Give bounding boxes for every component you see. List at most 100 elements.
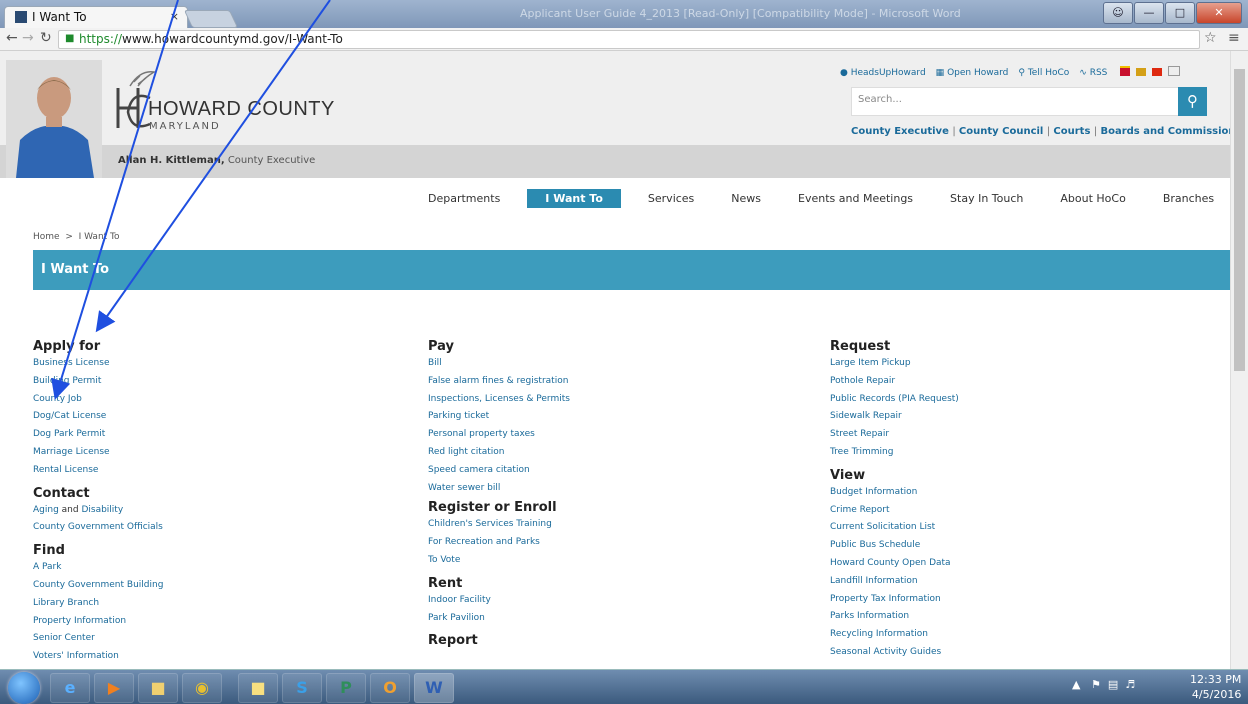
- link-voters-information[interactable]: Voters' Information: [33, 651, 119, 661]
- link-bill[interactable]: Bill: [428, 358, 442, 368]
- link-current-solicitation-list[interactable]: Current Solicitation List: [830, 522, 935, 532]
- link-seasonal-activity-guides[interactable]: Seasonal Activity Guides: [830, 647, 941, 657]
- link-recycling-information[interactable]: Recycling Information: [830, 629, 928, 639]
- maximize-button[interactable]: □: [1165, 2, 1195, 24]
- link-aging[interactable]: Aging: [33, 505, 59, 515]
- volume-icon[interactable]: ♬: [1125, 678, 1135, 691]
- util-tell-hoco[interactable]: ⚲ Tell HoCo: [1018, 68, 1069, 78]
- breadcrumb-current[interactable]: I Want To: [79, 232, 120, 242]
- link-property-information[interactable]: Property Information: [33, 616, 126, 626]
- nav-departments[interactable]: Departments: [428, 189, 500, 208]
- search-input[interactable]: Search...: [851, 87, 1179, 116]
- link-for-recreation-and-parks[interactable]: For Recreation and Parks: [428, 537, 540, 547]
- back-icon[interactable]: ←: [6, 30, 18, 46]
- link-red-light-citation[interactable]: Red light citation: [428, 447, 505, 457]
- county-logo-title[interactable]: HOWARD COUNTY: [148, 98, 335, 121]
- link-personal-property-taxes[interactable]: Personal property taxes: [428, 429, 535, 439]
- link-property-tax-information[interactable]: Property Tax Information: [830, 594, 941, 604]
- nav-branches[interactable]: Branches: [1163, 189, 1214, 208]
- browser-tab[interactable]: I Want To ×: [4, 6, 188, 29]
- file-explorer-icon[interactable]: ■: [138, 673, 178, 703]
- profile-icon[interactable]: ☺: [1103, 2, 1133, 24]
- nav-services[interactable]: Services: [648, 189, 694, 208]
- url-text[interactable]: https://www.howardcountymd.gov/I-Want-To: [79, 32, 343, 46]
- link-speed-camera-citation[interactable]: Speed camera citation: [428, 465, 530, 475]
- link-street-repair[interactable]: Street Repair: [830, 429, 889, 439]
- link-crime-report[interactable]: Crime Report: [830, 505, 889, 515]
- breadcrumb-home[interactable]: Home: [33, 232, 60, 242]
- link-courts[interactable]: Courts: [1053, 126, 1090, 137]
- link-county-executive[interactable]: County Executive: [851, 126, 949, 137]
- address-bar[interactable]: ■ https://www.howardcountymd.gov/I-Want-…: [58, 30, 1200, 49]
- link-water-sewer-bill[interactable]: Water sewer bill: [428, 483, 500, 493]
- link-dog-park-permit[interactable]: Dog Park Permit: [33, 429, 105, 439]
- link-parks-information[interactable]: Parks Information: [830, 611, 909, 621]
- nav-events-and-meetings[interactable]: Events and Meetings: [798, 189, 913, 208]
- link-county-government-officials[interactable]: County Government Officials: [33, 522, 163, 532]
- forward-icon[interactable]: →: [22, 30, 34, 46]
- link-to-vote[interactable]: To Vote: [428, 555, 460, 565]
- link-inspections-licenses-permits[interactable]: Inspections, Licenses & Permits: [428, 394, 570, 404]
- link-marriage-license[interactable]: Marriage License: [33, 447, 110, 457]
- link-pothole-repair[interactable]: Pothole Repair: [830, 376, 895, 386]
- link-county-council[interactable]: County Council: [959, 126, 1043, 137]
- link-rental-license[interactable]: Rental License: [33, 465, 98, 475]
- spanish-flag-icon[interactable]: [1120, 66, 1131, 76]
- skype-icon[interactable]: S: [282, 673, 322, 703]
- link-tree-trimming[interactable]: Tree Trimming: [830, 447, 893, 457]
- link-disability[interactable]: Disability: [81, 505, 123, 515]
- link-indoor-facility[interactable]: Indoor Facility: [428, 595, 491, 605]
- link-park-pavilion[interactable]: Park Pavilion: [428, 613, 485, 623]
- link-large-item-pickup[interactable]: Large Item Pickup: [830, 358, 911, 368]
- close-window-button[interactable]: ✕: [1196, 2, 1242, 24]
- util-open-howard[interactable]: ▦ Open Howard: [936, 68, 1009, 78]
- link-senior-center[interactable]: Senior Center: [33, 633, 95, 643]
- link-county-government-building[interactable]: County Government Building: [33, 580, 163, 590]
- new-tab-button[interactable]: [183, 10, 239, 28]
- link-building-permit[interactable]: Building Permit: [33, 376, 101, 386]
- nav-news[interactable]: News: [731, 189, 761, 208]
- media-player-icon[interactable]: ▶: [94, 673, 134, 703]
- publisher-icon[interactable]: P: [326, 673, 366, 703]
- link-landfill-information[interactable]: Landfill Information: [830, 576, 918, 586]
- chrome-icon[interactable]: ◉: [182, 673, 222, 703]
- link-boards-and-commissions[interactable]: Boards and Commissions: [1100, 126, 1241, 137]
- link-county-job[interactable]: County Job: [33, 394, 82, 404]
- link-library-branch[interactable]: Library Branch: [33, 598, 99, 608]
- action-center-icon[interactable]: ⚑: [1091, 678, 1101, 691]
- link-dog-cat-license[interactable]: Dog/Cat License: [33, 411, 106, 421]
- other-language-flag-icon[interactable]: [1168, 66, 1181, 76]
- chinese-flag-icon[interactable]: [1152, 68, 1163, 76]
- link-public-bus-schedule[interactable]: Public Bus Schedule: [830, 540, 920, 550]
- search-button[interactable]: ⚲: [1178, 87, 1207, 116]
- menu-icon[interactable]: ≡: [1228, 30, 1240, 46]
- nav-about-hoco[interactable]: About HoCo: [1060, 189, 1125, 208]
- start-button[interactable]: [8, 672, 40, 704]
- taskbar-clock[interactable]: 12:33 PM 4/5/2016: [1190, 672, 1241, 702]
- reload-icon[interactable]: ↻: [40, 30, 52, 46]
- link-parking-ticket[interactable]: Parking ticket: [428, 411, 489, 421]
- util-rss[interactable]: ∿ RSS: [1079, 68, 1107, 78]
- link-childrens-services-training[interactable]: Children's Services Training: [428, 519, 552, 529]
- util-heads-up-howard[interactable]: ● HeadsUpHoward: [840, 68, 926, 78]
- link-budget-information[interactable]: Budget Information: [830, 487, 917, 497]
- bookmark-star-icon[interactable]: ☆: [1204, 30, 1217, 46]
- minimize-button[interactable]: —: [1134, 2, 1164, 24]
- outlook-icon[interactable]: O: [370, 673, 410, 703]
- tab-close-button[interactable]: ×: [170, 10, 179, 23]
- nav-i-want-to[interactable]: I Want To: [527, 189, 621, 208]
- link-howard-county-open-data[interactable]: Howard County Open Data: [830, 558, 951, 568]
- internet-explorer-icon[interactable]: e: [50, 673, 90, 703]
- network-icon[interactable]: ▤: [1108, 678, 1118, 691]
- link-a-park[interactable]: A Park: [33, 562, 61, 572]
- link-sidewalk-repair[interactable]: Sidewalk Repair: [830, 411, 902, 421]
- link-business-license[interactable]: Business License: [33, 358, 109, 368]
- page-scrollbar[interactable]: [1230, 51, 1248, 669]
- scrollbar-thumb[interactable]: [1234, 69, 1245, 371]
- nav-stay-in-touch[interactable]: Stay In Touch: [950, 189, 1023, 208]
- link-false-alarm-fines[interactable]: False alarm fines & registration: [428, 376, 568, 386]
- word-icon[interactable]: W: [414, 673, 454, 703]
- korean-flag-icon[interactable]: [1136, 68, 1147, 76]
- link-public-records[interactable]: Public Records (PIA Request): [830, 394, 959, 404]
- sticky-notes-icon[interactable]: ■: [238, 673, 278, 703]
